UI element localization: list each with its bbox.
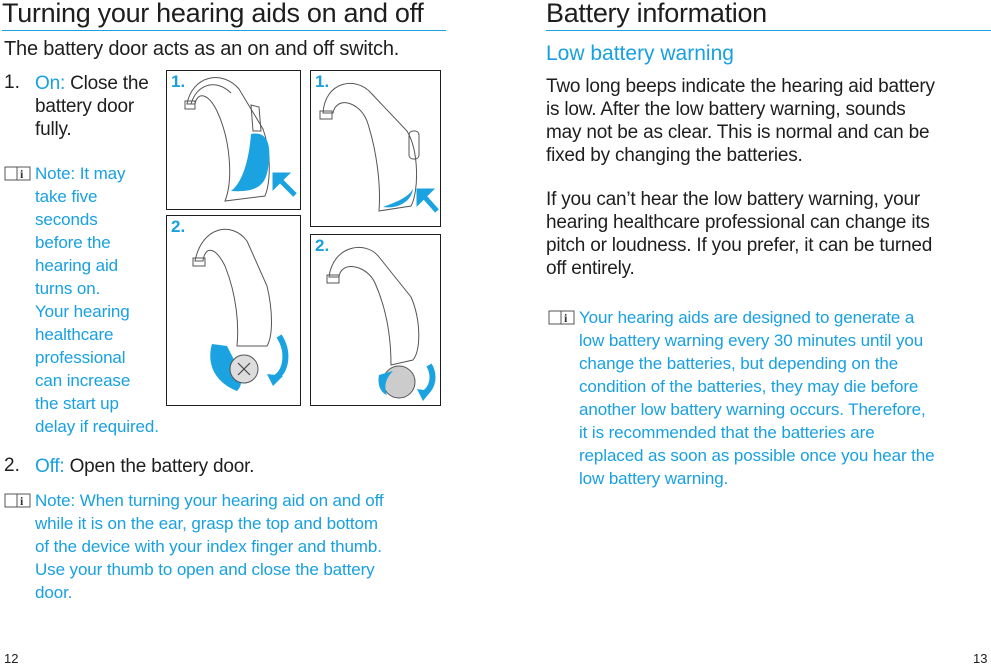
step-1-label: On: <box>35 73 66 94</box>
section-subtitle: Low battery warning <box>546 42 734 65</box>
step-1-text: On: Close the battery door fully. <box>35 73 149 140</box>
figure-1b: 1. <box>310 70 441 227</box>
hearing-aid-door-closed-icon <box>319 82 439 213</box>
manual-info-icon: i <box>4 166 31 181</box>
figure-1b-label: 1. <box>315 72 330 91</box>
note-on-ear: Note: When turning your hearing aid on a… <box>35 491 384 602</box>
right-page-title: Battery information <box>546 0 767 28</box>
figure-2b: 2. <box>310 234 441 406</box>
manual-info-icon: i <box>4 493 31 508</box>
note-battery-replacement: Your hearing aids are designed to genera… <box>579 308 935 488</box>
svg-text:i: i <box>20 494 24 508</box>
step-2-number: 2. <box>4 455 20 476</box>
figure-1a: 1. <box>166 70 301 210</box>
step-1-number: 1. <box>4 72 20 93</box>
step-2-label: Off: <box>35 456 65 477</box>
hearing-aid-door-closed-icon <box>184 77 297 202</box>
title-rule <box>546 30 991 31</box>
manual-info-icon: i <box>548 310 575 325</box>
low-battery-paragraph: Two long beeps indicate the hearing aid … <box>546 76 935 166</box>
figure-2b-label: 2. <box>315 236 330 255</box>
adjust-warning-paragraph: If you can’t hear the low battery warnin… <box>546 189 933 279</box>
figure-2a: 2. <box>166 215 301 406</box>
step-2-text: Off: Open the battery door. <box>35 456 255 477</box>
figure-2a-label: 2. <box>171 217 186 236</box>
hearing-aid-door-open-icon <box>326 246 436 401</box>
svg-text:i: i <box>20 167 24 181</box>
title-rule <box>2 30 446 31</box>
page-number-right: 13 <box>973 651 988 666</box>
hearing-aid-door-open-icon <box>192 228 289 391</box>
intro-text: The battery door acts as an on and off s… <box>4 38 400 60</box>
left-page-title: Turning your hearing aids on and off <box>2 0 424 28</box>
figure-1a-label: 1. <box>171 72 186 91</box>
page-number-left: 12 <box>4 651 19 666</box>
svg-text:i: i <box>564 311 568 325</box>
